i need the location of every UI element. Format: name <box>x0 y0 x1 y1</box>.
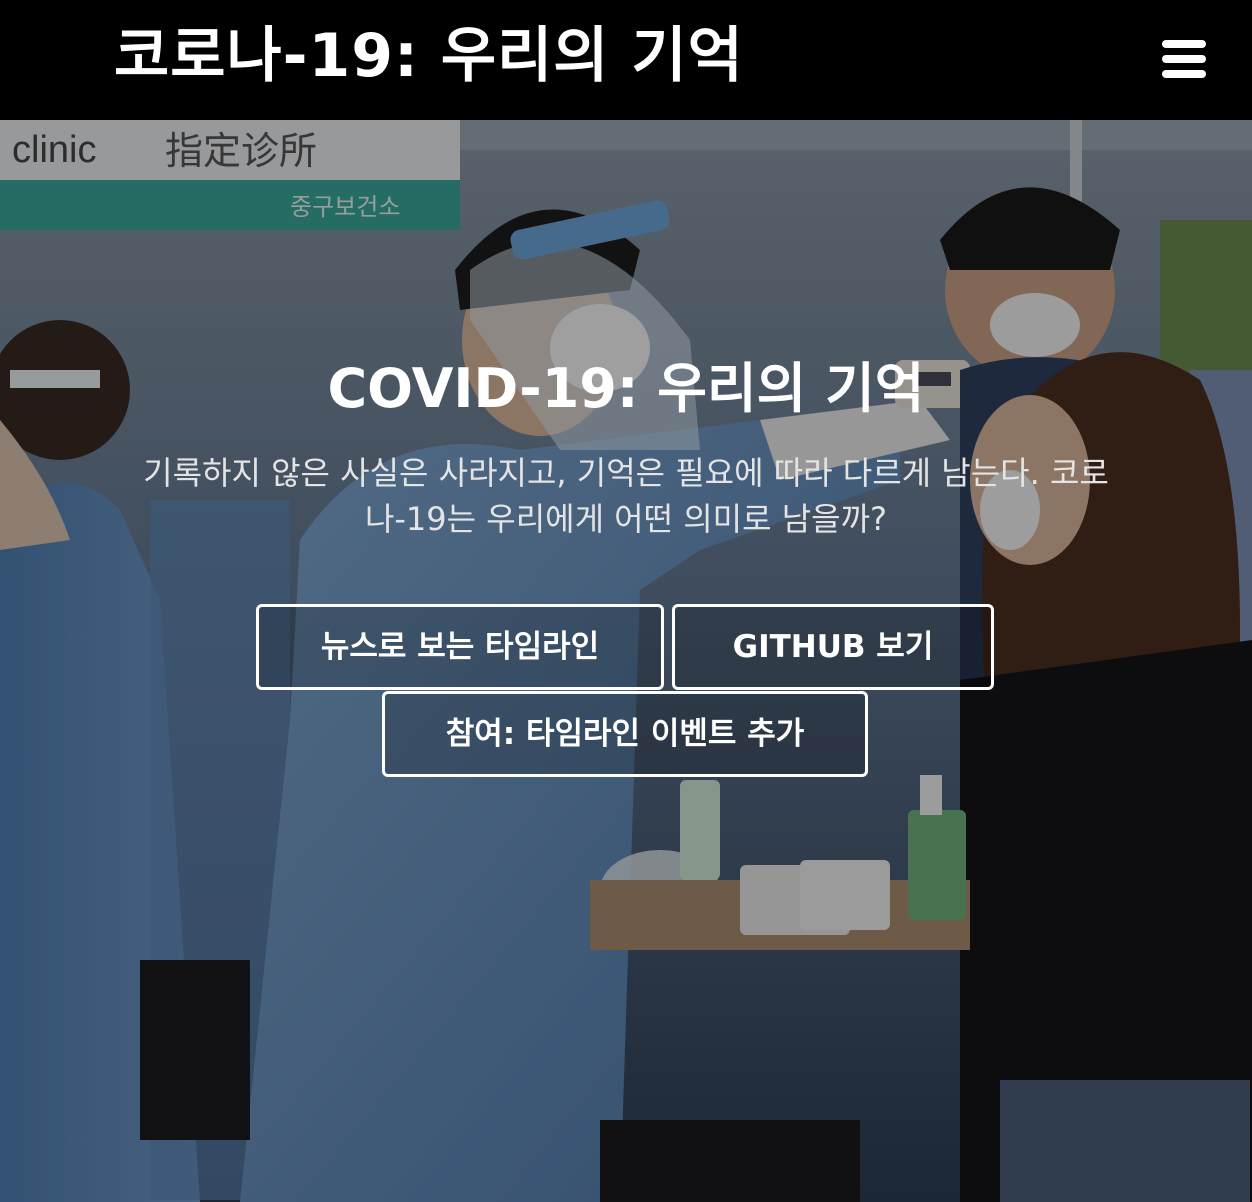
menu-bar-top <box>1162 40 1206 48</box>
menu-bar-bottom <box>1162 70 1206 78</box>
add-timeline-event-button[interactable]: 참여: 타임라인 이벤트 추가 <box>382 691 868 777</box>
hamburger-menu-icon[interactable] <box>1156 34 1212 84</box>
hero-section: clinic 指定诊所 중구보건소 COVID-19: 우리의 기억 기록하지 … <box>0 120 1252 1202</box>
site-brand-link[interactable]: 코로나-19: 우리의 기억 <box>114 18 744 94</box>
news-timeline-button[interactable]: 뉴스로 보는 타임라인 <box>256 604 664 690</box>
menu-bar-middle <box>1162 55 1206 63</box>
top-navbar: 코로나-19: 우리의 기억 <box>0 0 1252 120</box>
hero-title: COVID-19: 우리의 기억 <box>327 357 925 420</box>
github-button[interactable]: GITHUB 보기 <box>672 604 994 690</box>
hero-description: 기록하지 않은 사실은 사라지고, 기억은 필요에 따라 다르게 남는다. 코로… <box>143 454 1109 538</box>
